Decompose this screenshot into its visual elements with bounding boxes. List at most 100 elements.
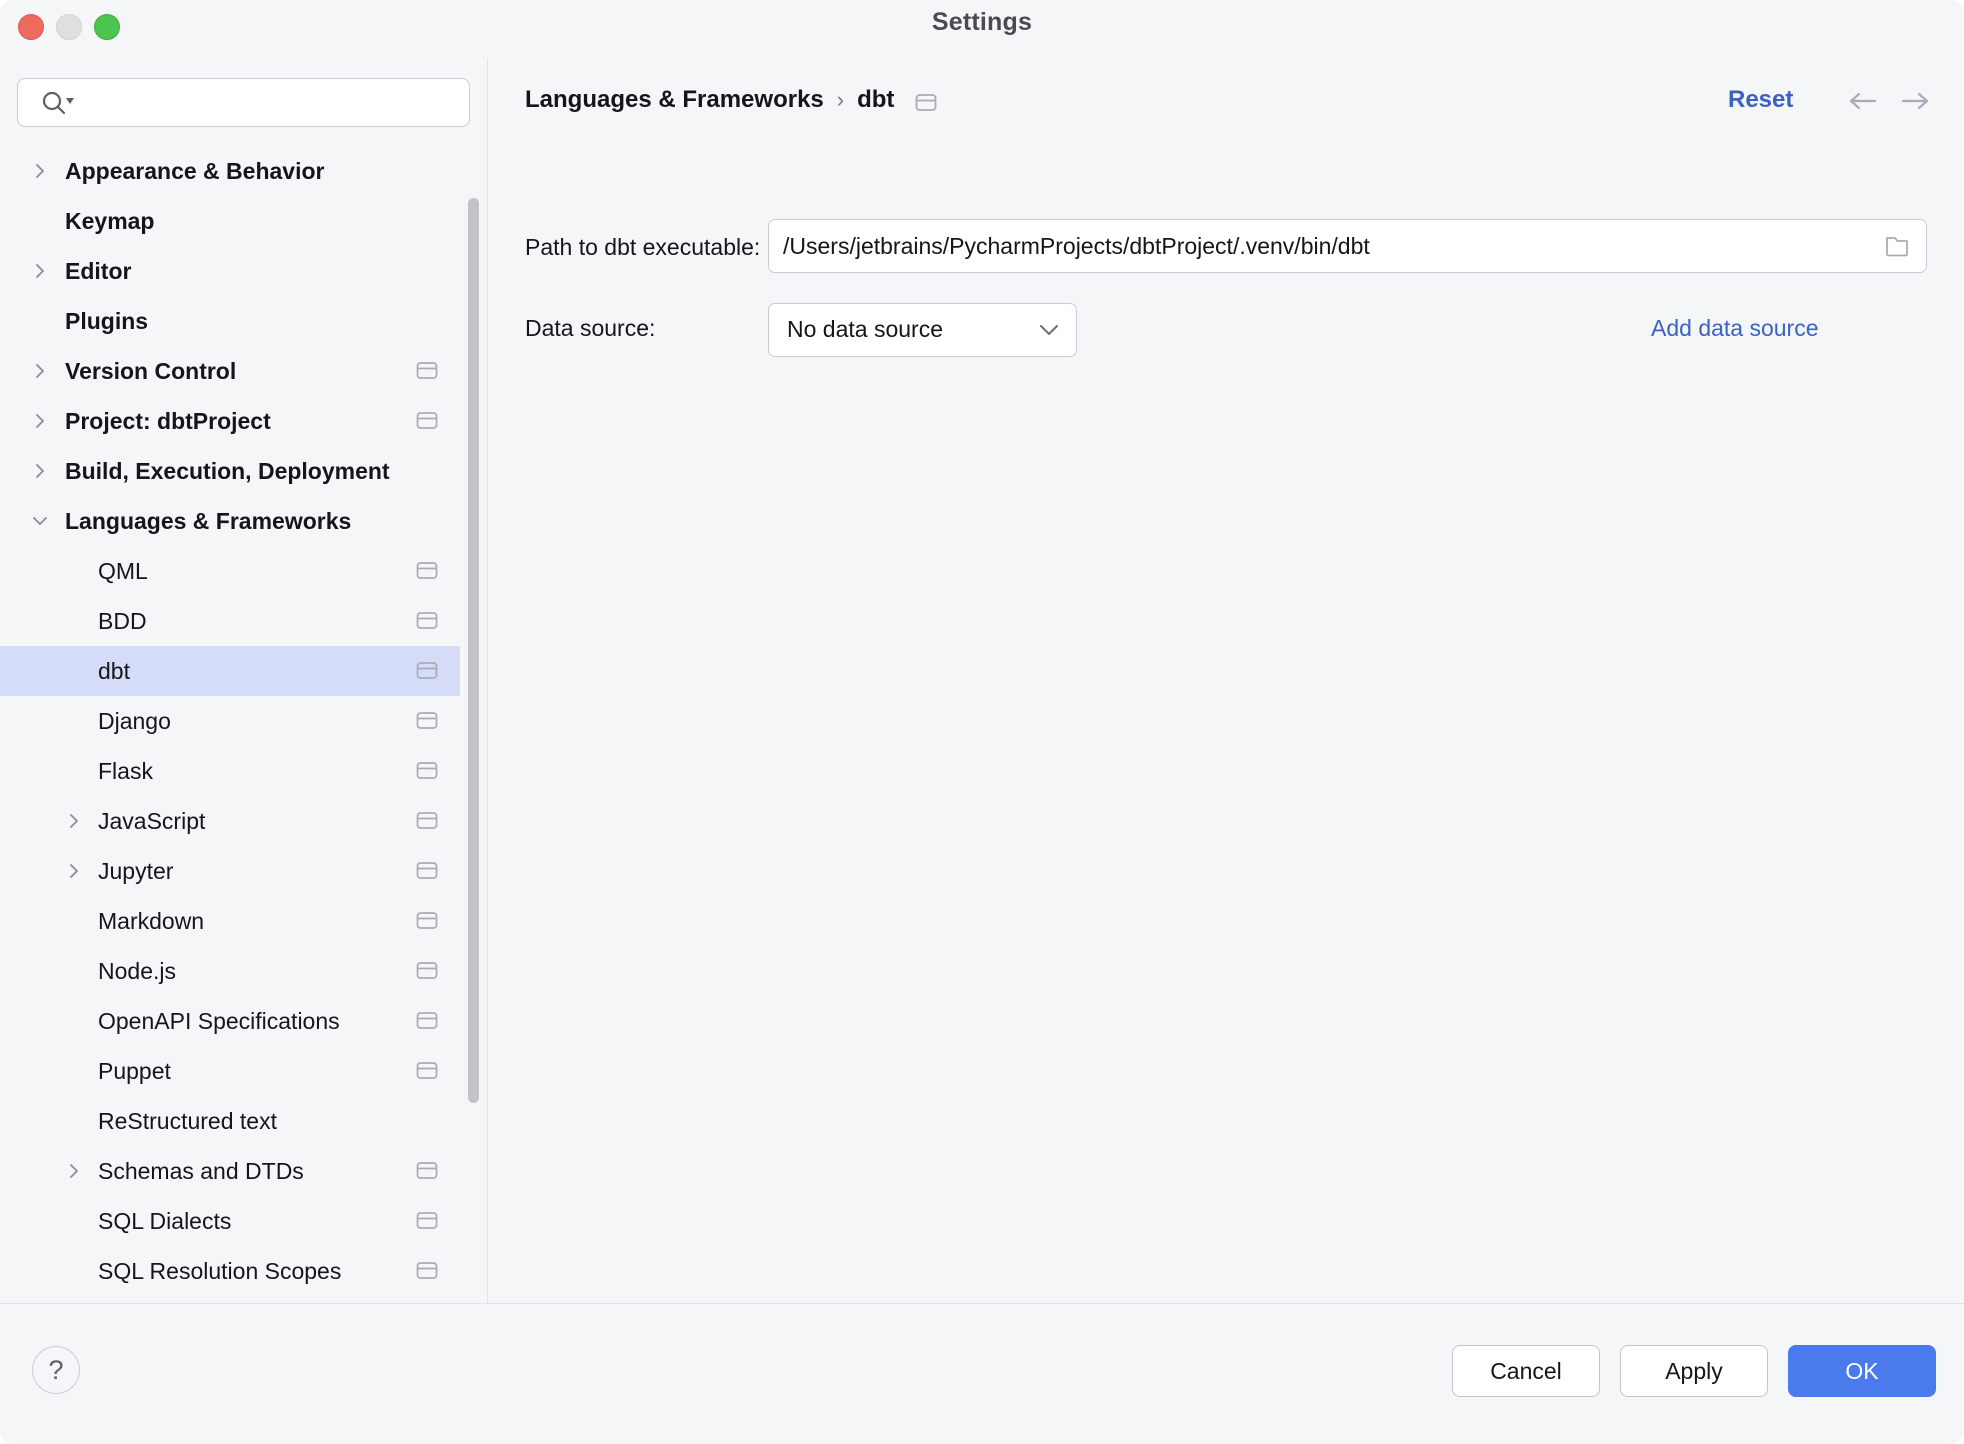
sidebar-item-build-execution-deployment[interactable]: Build, Execution, Deployment [0,446,460,496]
chevron-right-icon[interactable] [64,811,84,831]
cancel-button[interactable]: Cancel [1452,1345,1600,1397]
sidebar-item-puppet[interactable]: Puppet [0,1046,460,1096]
breadcrumb-separator-icon: › [837,87,844,113]
chevron-right-icon[interactable] [30,361,50,381]
sidebar-item-django[interactable]: Django [0,696,460,746]
sidebar-item-node-js[interactable]: Node.js [0,946,460,996]
path-to-dbt-executable-input[interactable] [783,220,1873,272]
chevron-right-icon[interactable] [30,461,50,481]
arrow-right-icon[interactable] [1898,86,1932,116]
sidebar-item-bdd[interactable]: BDD [0,596,460,646]
sidebar-item-label: Editor [65,258,131,285]
sidebar-item-version-control[interactable]: Version Control [0,346,460,396]
sidebar-item-jupyter[interactable]: Jupyter [0,846,460,896]
ok-button[interactable]: OK [1788,1345,1936,1397]
project-scope-icon [915,91,937,110]
sidebar-item-label: Keymap [65,208,154,235]
project-scope-icon [416,1011,438,1030]
apply-button[interactable]: Apply [1620,1345,1768,1397]
folder-icon[interactable] [1884,234,1910,258]
sidebar-item-openapi-specifications[interactable]: OpenAPI Specifications [0,996,460,1046]
sidebar-item-appearance-behavior[interactable]: Appearance & Behavior [0,146,460,196]
sidebar-item-label: Markdown [98,908,204,935]
breadcrumb-current: dbt [857,86,894,114]
path-to-dbt-executable-field[interactable] [768,219,1927,273]
sidebar-item-label: Plugins [65,308,148,335]
sidebar-item-label: JavaScript [98,808,205,835]
sidebar-scrollbar[interactable] [466,146,480,1303]
project-scope-icon [416,1211,438,1230]
chevron-right-icon[interactable] [64,1161,84,1181]
sidebar-item-label: Puppet [98,1058,171,1085]
sidebar-item-qml[interactable]: QML [0,546,460,596]
project-scope-icon [416,711,438,730]
settings-tree-scroll-area: Appearance & Behavior Keymap Editor Plugins… [0,146,487,1303]
sidebar-item-label: Build, Execution, Deployment [65,458,390,485]
sidebar-item-javascript[interactable]: JavaScript [0,796,460,846]
chevron-right-icon[interactable] [30,161,50,181]
settings-tree: Appearance & Behavior Keymap Editor Plugins… [0,146,487,1303]
settings-content-pane: Languages & Frameworks › dbt Reset [488,58,1964,1303]
project-scope-icon [416,861,438,880]
sidebar-item-flask[interactable]: Flask [0,746,460,796]
sidebar-item-sql-resolution-scopes[interactable]: SQL Resolution Scopes [0,1246,460,1296]
sidebar-item-label: Django [98,708,171,735]
project-scope-icon [416,361,438,380]
sidebar-item-style-sheets[interactable]: Style Sheets [0,1296,460,1303]
chevron-down-icon[interactable] [30,511,50,531]
project-scope-icon [416,661,438,680]
path-to-dbt-executable-label: Path to dbt executable: [525,234,760,261]
search-field[interactable] [17,78,470,127]
search-icon [40,90,76,116]
project-scope-icon [416,1261,438,1280]
sidebar-item-schemas-and-dtds[interactable]: Schemas and DTDs [0,1146,460,1196]
sidebar-item-project-dbtproject[interactable]: Project: dbtProject [0,396,460,446]
project-scope-icon [416,1061,438,1080]
sidebar-item-markdown[interactable]: Markdown [0,896,460,946]
sidebar-item-label: Flask [98,758,153,785]
chevron-right-icon[interactable] [30,261,50,281]
breadcrumb: Languages & Frameworks › dbt [525,86,937,114]
sidebar-scrollbar-thumb[interactable] [468,198,479,1103]
sidebar-item-label: QML [98,558,148,585]
data-source-label: Data source: [525,315,655,342]
sidebar-item-label: Languages & Frameworks [65,508,351,535]
search-input[interactable] [84,79,460,126]
title-bar: Settings [0,0,1964,58]
sidebar-item-label: Version Control [65,358,236,385]
project-scope-icon [416,611,438,630]
arrow-left-icon[interactable] [1846,86,1880,116]
reset-button[interactable]: Reset [1728,86,1793,114]
sidebar-item-plugins[interactable]: Plugins [0,296,460,346]
chevron-right-icon[interactable] [30,411,50,431]
sidebar-item-keymap[interactable]: Keymap [0,196,460,246]
sidebar-item-restructured-text[interactable]: ReStructured text [0,1096,460,1146]
add-data-source-link[interactable]: Add data source [1651,315,1819,342]
data-source-dropdown[interactable]: No data source [768,303,1077,357]
sidebar-item-dbt[interactable]: dbt [0,646,460,696]
settings-dialog-window: Settings Appearance & Behavior Keymap Edit… [0,0,1964,1444]
sidebar-item-label: ReStructured text [98,1108,277,1135]
sidebar-item-languages-frameworks[interactable]: Languages & Frameworks [0,496,460,546]
project-scope-icon [416,811,438,830]
page-title: Settings [0,8,1964,37]
breadcrumb-parent[interactable]: Languages & Frameworks [525,86,824,114]
data-source-selected-value: No data source [787,316,943,343]
project-scope-icon [416,961,438,980]
sidebar-item-label: OpenAPI Specifications [98,1008,340,1035]
chevron-down-icon [1038,323,1060,337]
sidebar-item-label: Schemas and DTDs [98,1158,304,1185]
sidebar-item-label: BDD [98,608,147,635]
sidebar-item-label: Appearance & Behavior [65,158,324,185]
project-scope-icon [416,411,438,430]
sidebar-item-label: Node.js [98,958,176,985]
sidebar-item-sql-dialects[interactable]: SQL Dialects [0,1196,460,1246]
sidebar-item-label: Jupyter [98,858,173,885]
help-button[interactable]: ? [32,1346,80,1394]
sidebar-item-label: SQL Resolution Scopes [98,1258,341,1285]
project-scope-icon [416,561,438,580]
sidebar-item-label: dbt [98,658,130,685]
chevron-right-icon[interactable] [64,861,84,881]
sidebar-item-label: Project: dbtProject [65,408,271,435]
sidebar-item-editor[interactable]: Editor [0,246,460,296]
